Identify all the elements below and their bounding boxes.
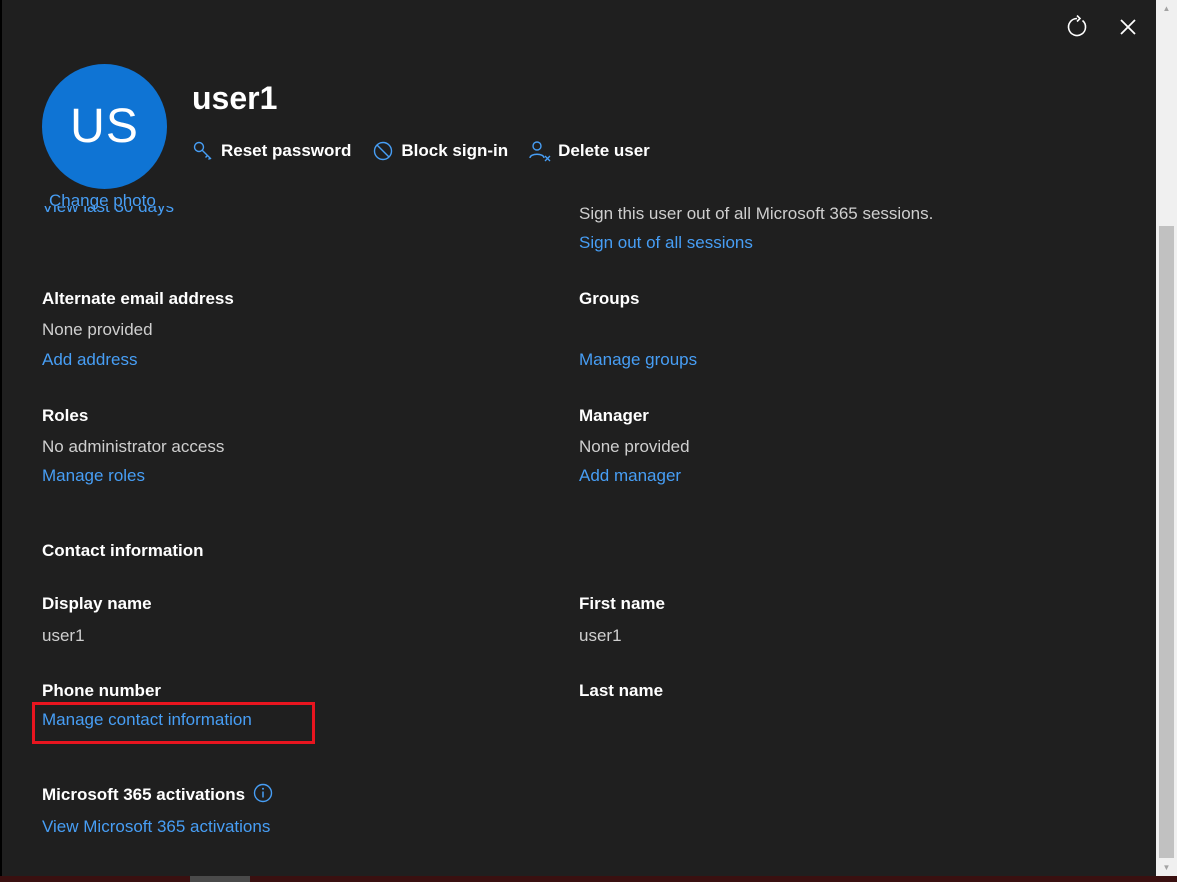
user-actions-toolbar: Reset password Block sign-in Delete user (191, 138, 670, 164)
alternate-email-value: None provided (42, 320, 153, 339)
first-name-value: user1 (579, 626, 622, 645)
view-microsoft-365-activations-link[interactable]: View Microsoft 365 activations (42, 817, 270, 837)
page-title: user1 (192, 80, 278, 116)
bottom-edge-segment (190, 876, 250, 882)
add-address-link[interactable]: Add address (42, 350, 137, 370)
microsoft-365-activations-label: Microsoft 365 activations (42, 785, 246, 804)
manage-contact-information-link[interactable]: Manage contact information (42, 710, 252, 730)
groups-label: Groups (579, 289, 640, 308)
scroll-up-arrow-icon[interactable]: ▲ (1156, 0, 1177, 17)
alternate-email-label: Alternate email address (42, 289, 234, 308)
block-sign-in-button[interactable]: Block sign-in (371, 139, 508, 163)
scroll-down-arrow-icon[interactable]: ▼ (1156, 859, 1177, 876)
delete-user-button[interactable]: Delete user (528, 139, 650, 163)
avatar: US (42, 64, 167, 189)
key-icon (191, 139, 215, 163)
block-sign-in-label: Block sign-in (401, 141, 509, 160)
delete-user-label: Delete user (558, 141, 650, 160)
close-button[interactable] (1116, 16, 1140, 42)
change-photo-link[interactable]: Change photo (49, 191, 156, 211)
reset-password-label: Reset password (221, 141, 352, 160)
close-icon (1118, 17, 1138, 42)
info-icon[interactable] (253, 783, 273, 803)
sign-out-all-sessions-link[interactable]: Sign out of all sessions (579, 233, 753, 253)
vertical-scrollbar[interactable]: ▲ ▼ (1156, 0, 1177, 876)
refresh-icon (1065, 14, 1089, 44)
delete-user-icon (528, 139, 552, 163)
display-name-value: user1 (42, 626, 85, 645)
manager-value: None provided (579, 437, 690, 456)
first-name-label: First name (579, 594, 665, 613)
bottom-edge (0, 876, 1177, 882)
user-details-panel: View last 30 days Sign this user out of … (2, 0, 1156, 876)
display-name-label: Display name (42, 594, 152, 613)
panel-header: US user1 Reset password Block sign-in De… (2, 0, 1156, 206)
roles-value: No administrator access (42, 437, 225, 456)
roles-label: Roles (42, 406, 89, 425)
sign-out-description: Sign this user out of all Microsoft 365 … (579, 204, 934, 223)
block-icon (371, 139, 395, 163)
manage-groups-link[interactable]: Manage groups (579, 350, 697, 370)
contact-information-title: Contact information (42, 541, 204, 560)
refresh-button[interactable] (1065, 14, 1089, 44)
reset-password-button[interactable]: Reset password (191, 139, 351, 163)
last-name-label: Last name (579, 681, 664, 700)
scrollbar-thumb[interactable] (1159, 226, 1174, 858)
add-manager-link[interactable]: Add manager (579, 466, 681, 486)
manager-label: Manager (579, 406, 649, 425)
manage-roles-link[interactable]: Manage roles (42, 466, 145, 486)
phone-number-label: Phone number (42, 681, 162, 700)
